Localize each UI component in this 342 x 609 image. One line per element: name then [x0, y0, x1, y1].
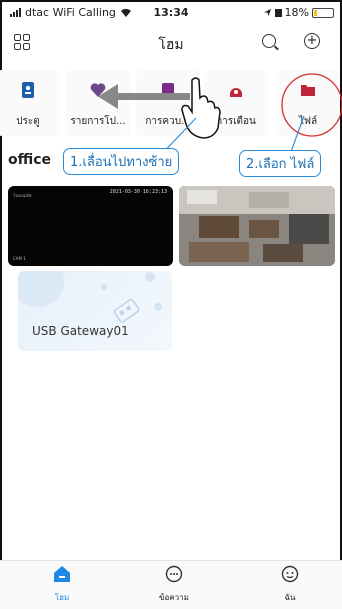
- usb-gateway-icon: [113, 298, 140, 323]
- camera-label: โรงแรมร์ท: [13, 193, 32, 198]
- gateway-decoration: [18, 271, 162, 323]
- home-icon: [54, 566, 70, 582]
- message-icon: [165, 565, 183, 583]
- gateway-device-card[interactable]: USB Gateway01: [18, 271, 172, 351]
- profile-icon: [281, 565, 299, 583]
- callout-step2: 2.เลือก ไฟล์: [239, 150, 322, 177]
- tab-home[interactable]: โฮม: [22, 565, 102, 604]
- camera-name: CAM 1: [13, 256, 26, 261]
- tab-label-messages: ข้อความ: [159, 593, 189, 602]
- camera-timestamp: 2021-03-30 16:23:13: [109, 189, 167, 195]
- bottom-tab-bar: โฮม ข้อความ ฉัน: [0, 560, 342, 609]
- tab-profile[interactable]: ฉัน: [250, 565, 330, 604]
- camera-tile-1[interactable]: โรงแรมร์ท 2021-03-30 16:23:13 CAM 1: [8, 186, 173, 266]
- highlight-circle: [281, 73, 342, 137]
- camera-feed-image: [179, 186, 335, 266]
- section-title: office: [8, 152, 52, 168]
- callout-step1: 1.เลื่อนไปทางซ้าย: [63, 148, 180, 175]
- camera-tile-2[interactable]: [179, 186, 335, 266]
- tab-label-profile: ฉัน: [284, 593, 296, 602]
- gateway-name: USB Gateway01: [32, 324, 129, 338]
- hand-pointer-icon: [181, 77, 221, 139]
- tab-messages[interactable]: ข้อความ: [134, 565, 214, 604]
- swipe-left-arrow-icon: [98, 84, 190, 109]
- tab-label-home: โฮม: [54, 593, 70, 602]
